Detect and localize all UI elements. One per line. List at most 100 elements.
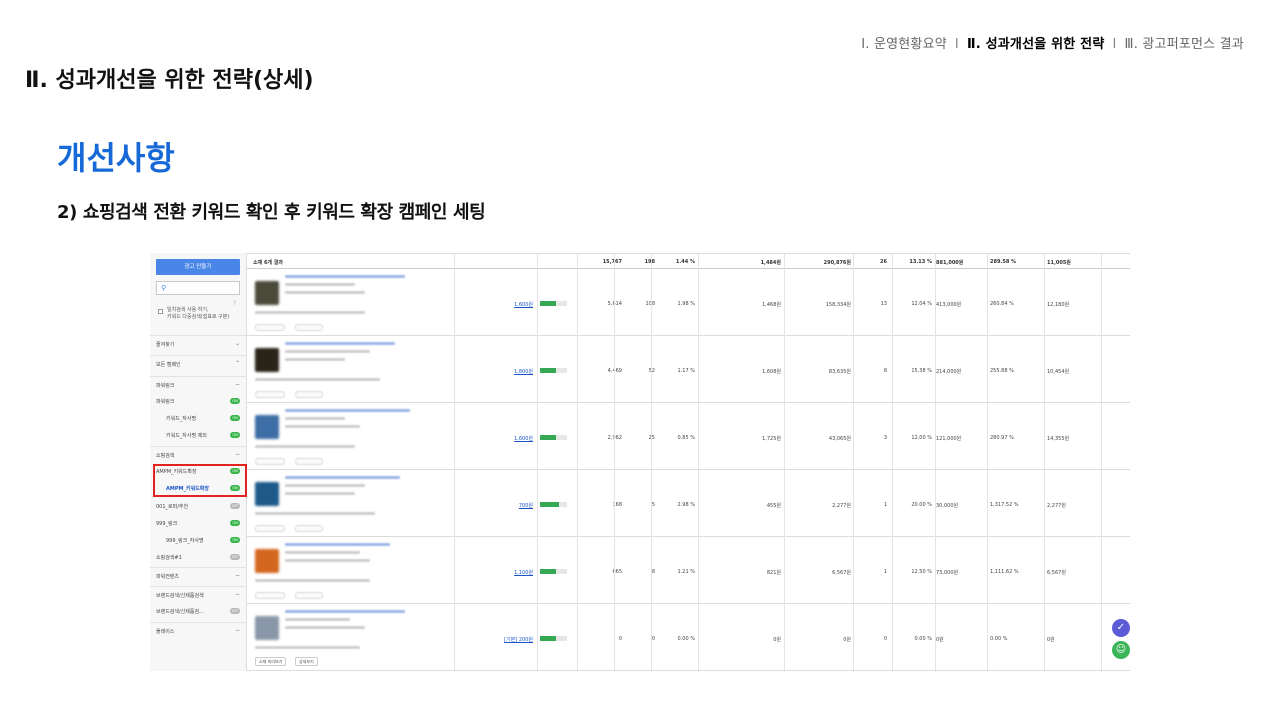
create-ad-button[interactable]: 광고 만들기 (156, 259, 240, 275)
campaign-item[interactable]: 브랜드검색/신제품검… OFF (150, 603, 247, 620)
quality-index-fill (540, 502, 559, 507)
favorites-row[interactable]: 즐겨찾기 ⌄ (150, 335, 247, 353)
quality-index-bar (540, 435, 567, 440)
campaign-item[interactable]: 키워드_자사명 제외 ON (150, 427, 247, 444)
exact-match-checkbox[interactable] (158, 309, 163, 314)
status-toggle[interactable]: OFF (230, 503, 240, 509)
page-title: Ⅱ. 성과개선을 위한 전략(상세) (25, 68, 314, 93)
bid-price-link[interactable]: 1,600원 (461, 301, 533, 308)
column-divider (651, 254, 652, 672)
redacted-text (285, 291, 365, 294)
nav-item-strategy[interactable]: Ⅱ. 성과개선을 위한 전략 (967, 37, 1105, 52)
status-toggle[interactable]: ON (230, 520, 240, 526)
collapse-icon[interactable]: − (235, 451, 240, 458)
campaign-group-row[interactable]: 파워컨텐츠 − (150, 567, 247, 585)
collapse-icon[interactable]: − (235, 381, 240, 388)
campaign-group-row[interactable]: 브랜드검색/신제품검색 − (150, 586, 247, 604)
table-row[interactable]: 1,600원2,962250.85 %1,725원43,065원312.00 %… (247, 403, 1130, 470)
bid-price-link[interactable]: 1,800원 (461, 368, 533, 375)
campaign-search-input[interactable]: ⚲ (156, 281, 240, 295)
nav-separator: I (1112, 37, 1117, 52)
metric-cell: 0원 (936, 637, 944, 643)
campaign-item[interactable]: 999_링크_자사명 ON (150, 532, 247, 549)
redacted-text (255, 378, 380, 381)
metric-cell: 8 (883, 368, 887, 374)
redacted-text (255, 512, 375, 515)
redacted-text (285, 543, 390, 546)
status-toggle[interactable]: ON (230, 432, 240, 438)
collapse-icon[interactable]: − (235, 627, 240, 634)
metric-cell: 821원 (766, 570, 781, 576)
detail-button[interactable]: 상세보기 (295, 657, 318, 666)
metric-cell: 0원 (1047, 637, 1055, 643)
campaign-item[interactable]: 001_로퍼/추천 OFF (150, 498, 247, 515)
redacted-text (285, 618, 350, 621)
status-toggle[interactable]: ON (230, 537, 240, 543)
total-cell: 198 (644, 259, 655, 265)
status-toggle[interactable]: OFF (230, 608, 240, 614)
exact-match-label: 일치검색 사용 하기, 키워드 다중검색(쉼표로 구분) (167, 307, 230, 320)
total-cell: 290,876원 (823, 260, 851, 266)
product-thumbnail (255, 616, 279, 640)
preview-button[interactable]: 소재 미리보기 (255, 657, 287, 666)
all-campaigns-row[interactable]: 모든 캠페인 ⌃ (150, 355, 247, 373)
status-toggle[interactable]: ON (230, 415, 240, 421)
metric-cell: 0.00 % (914, 636, 932, 642)
metric-cell: 1,608원 (762, 369, 781, 375)
metric-cell: 0 (883, 636, 887, 642)
metric-cell: 3 (883, 435, 887, 441)
campaign-group-row[interactable]: 쇼핑검색 − (150, 446, 247, 464)
section-title: 개선사항 (57, 139, 175, 177)
face-app-icon[interactable]: ☺ (1112, 641, 1130, 659)
campaign-label: 브랜드검색/신제품검… (156, 609, 205, 615)
bid-price-link[interactable]: 700원 (461, 502, 533, 509)
nav-item-overview[interactable]: Ⅰ. 운영현황요약 (861, 37, 947, 52)
product-thumbnail (255, 348, 279, 372)
metric-cell: 43,065원 (828, 436, 851, 442)
subtitle: 2) 쇼핑검색 전환 키워드 확인 후 키워드 확장 캠페인 세팅 (57, 202, 486, 223)
quality-index-bar (540, 569, 567, 574)
campaign-sidebar: 광고 만들기 ⚲ ? 일치검색 사용 하기, 키워드 다중검색(쉼표로 구분) 즐… (150, 253, 247, 671)
status-toggle[interactable]: OFF (230, 554, 240, 560)
campaign-item[interactable]: 키워드_자사명 ON (150, 410, 247, 427)
campaign-item[interactable]: 파워링크 ON (150, 393, 247, 410)
status-toggle[interactable]: ON (230, 398, 240, 404)
campaign-group-row[interactable]: 파워링크 − (150, 376, 247, 394)
campaign-label: 쇼핑검색 (156, 453, 175, 459)
redacted-text (285, 417, 345, 420)
table-row[interactable]: [기본] 200원 0 0 0.00 % 0원 0원 0 0.00 % 0원 0.00 % 0원 소재… (247, 604, 1130, 671)
column-divider (892, 254, 893, 672)
campaign-item[interactable]: 999_링크 ON (150, 515, 247, 532)
redacted-button (295, 391, 323, 398)
redacted-text (285, 610, 405, 613)
campaign-group-row[interactable]: 플레이스 − (150, 622, 247, 640)
bid-price-link[interactable]: 1,100원 (461, 569, 533, 576)
column-divider (935, 254, 936, 672)
campaign-item[interactable]: 쇼핑검색#1 OFF (150, 549, 247, 566)
redacted-text (285, 559, 370, 562)
table-row[interactable]: 1,100원 665 8 1.21 % 821원 6,567원 1 12.50 % 73,000… (247, 537, 1130, 604)
redacted-button (255, 458, 285, 465)
total-cell: 11,005원 (1047, 260, 1071, 266)
redacted-text (255, 311, 365, 314)
check-app-icon[interactable]: ✓ (1112, 619, 1130, 637)
table-row[interactable]: 1,800원4,469521.17 %1,608원83,635원815.38 %… (247, 336, 1130, 403)
metric-cell: 1,725원 (762, 436, 781, 442)
redacted-button (295, 324, 323, 331)
collapse-icon[interactable]: − (235, 572, 240, 579)
collapse-icon[interactable]: − (235, 591, 240, 598)
redacted-button (255, 525, 285, 532)
table-row[interactable]: 1,600원5,6141081.98 %1,468원158,334원1312.0… (247, 269, 1130, 336)
bid-price-link[interactable]: [기본] 200원 (461, 636, 533, 643)
metric-cell: 1.98 % (677, 301, 695, 307)
column-divider (987, 254, 988, 672)
column-divider (577, 254, 578, 672)
campaign-label: 키워드_자사명 제외 (166, 433, 207, 439)
quality-index-bar (540, 301, 567, 306)
metric-cell: 12.00 % (911, 435, 932, 441)
nav-item-results[interactable]: Ⅲ. 광고퍼포먼스 결과 (1125, 37, 1244, 52)
help-icon[interactable]: ? (233, 300, 236, 307)
bid-price-link[interactable]: 1,600원 (461, 435, 533, 442)
column-divider (1044, 254, 1045, 672)
table-row[interactable]: 700원 168 5 2.98 % 455원 2,277원 1 20.00 % 30,000원 1… (247, 470, 1130, 537)
